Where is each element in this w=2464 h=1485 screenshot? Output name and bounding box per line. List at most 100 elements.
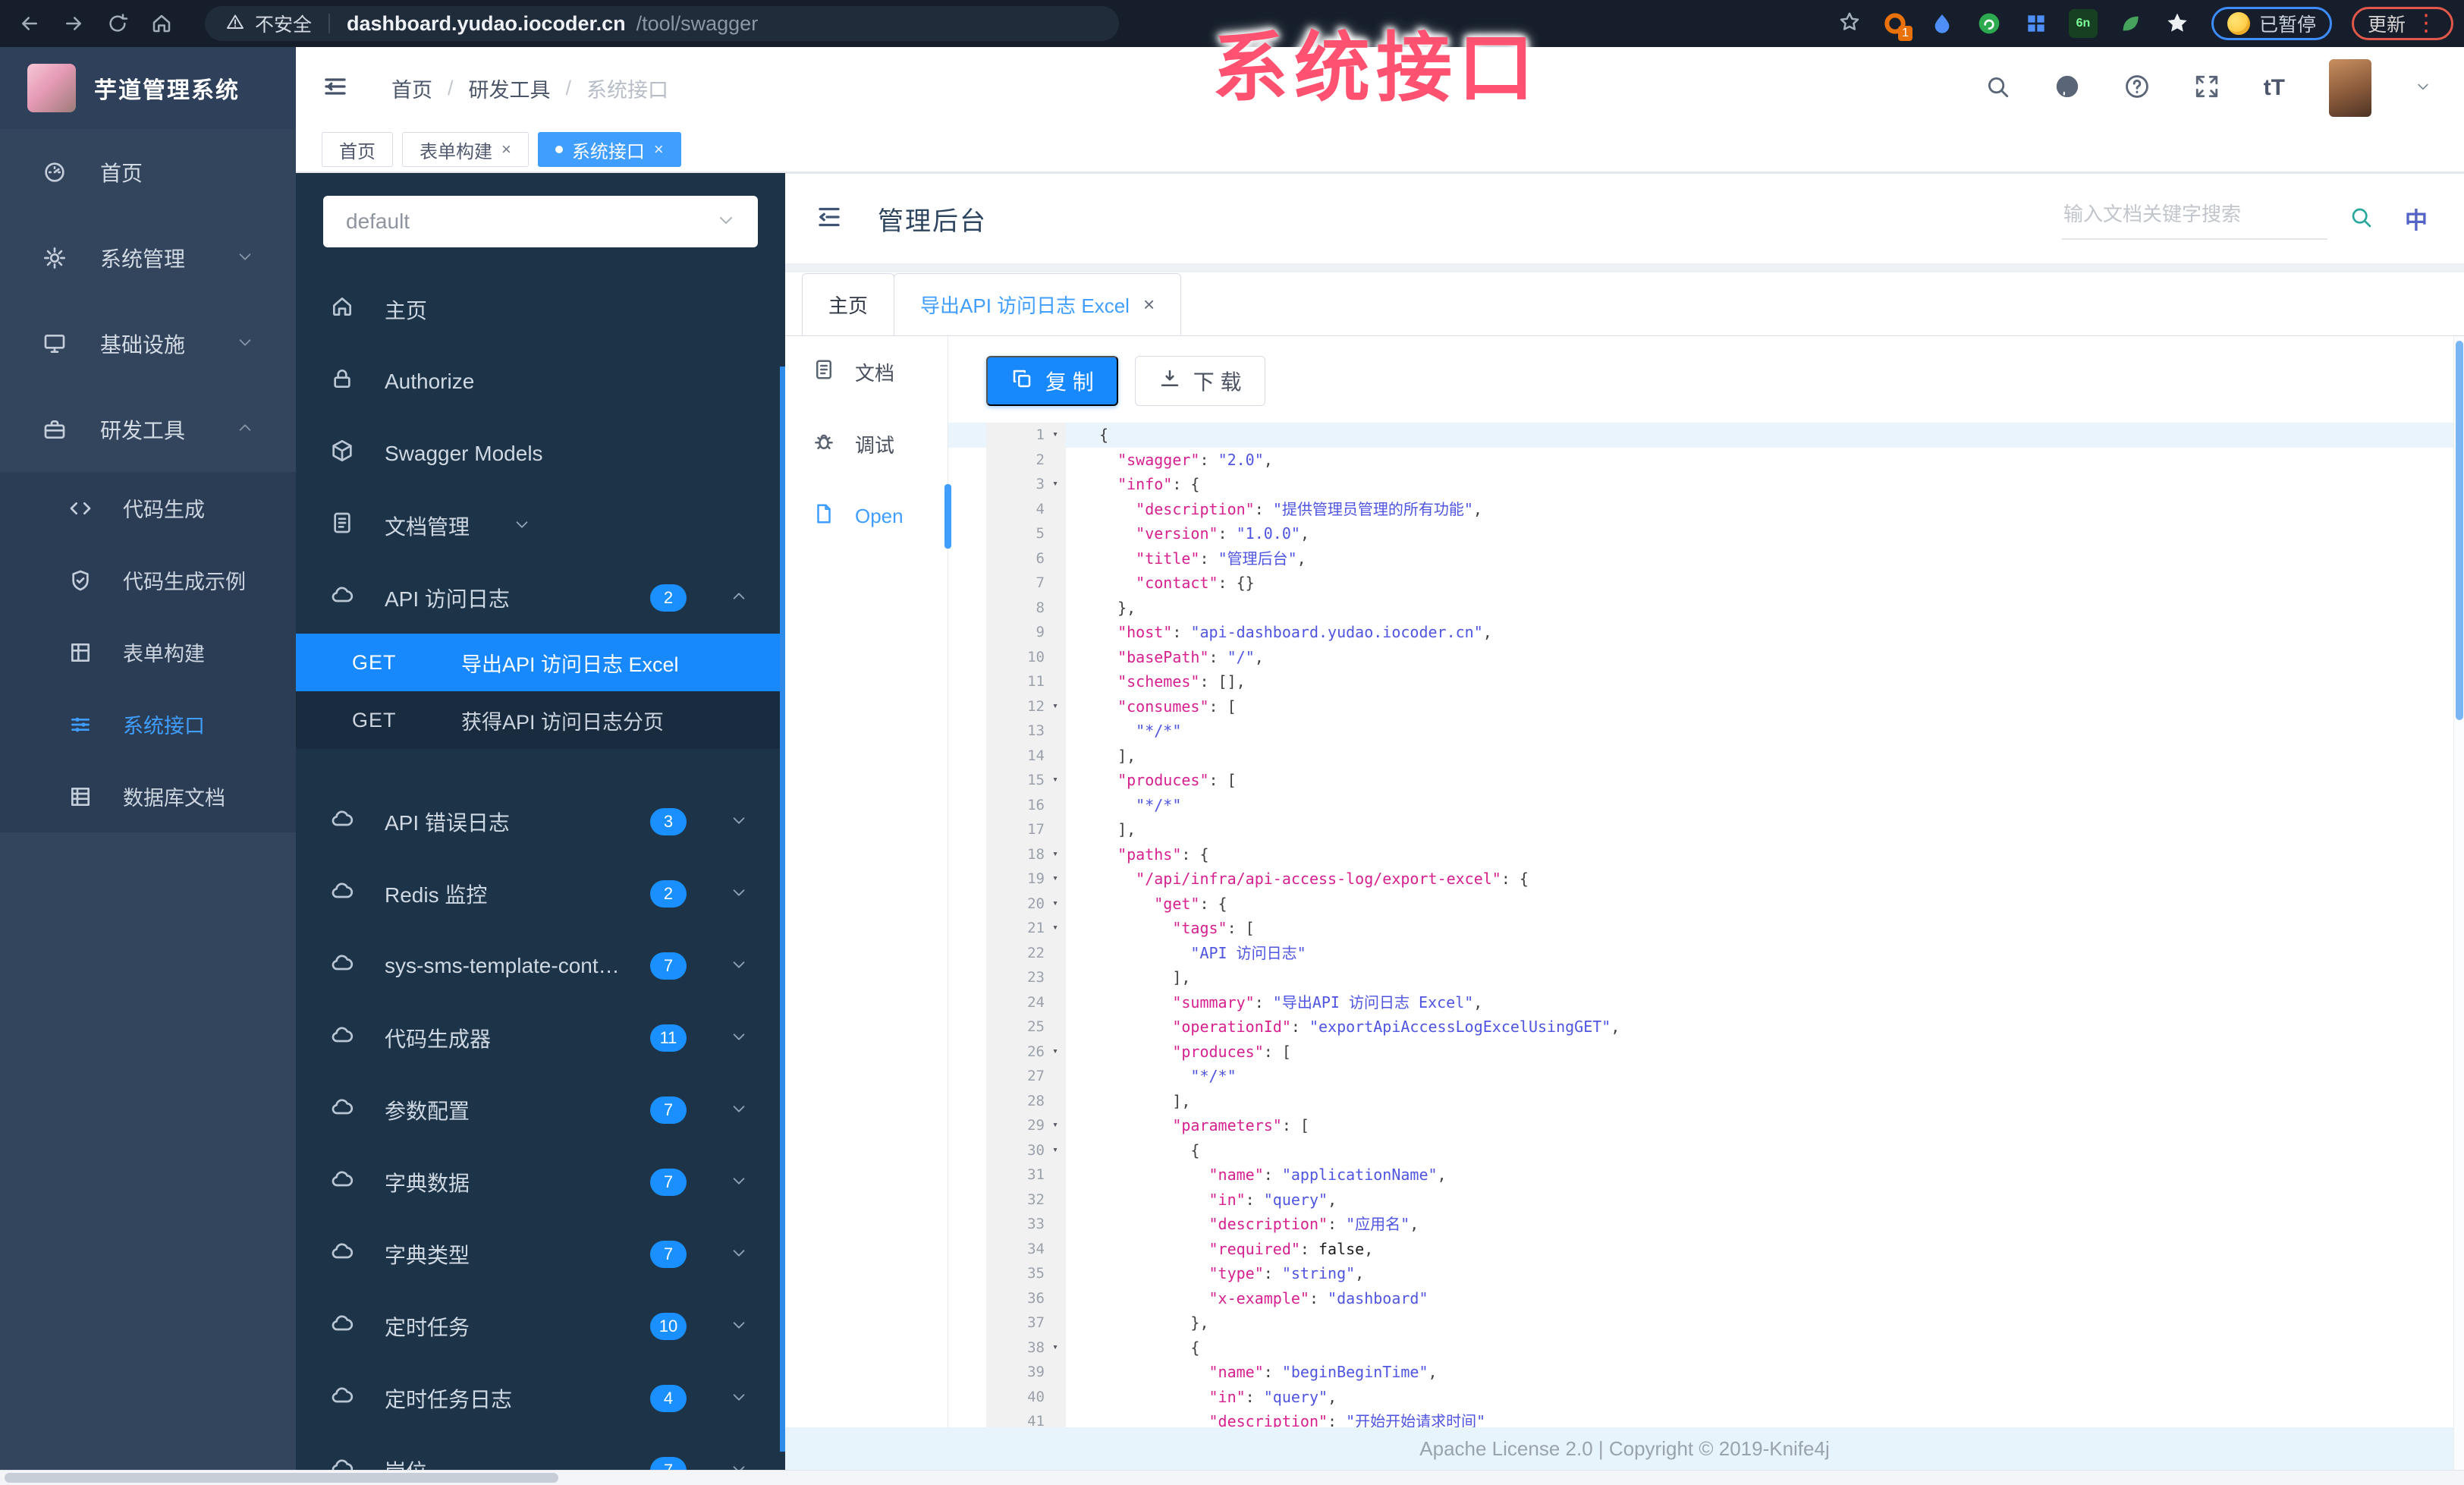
- extension-star-icon[interactable]: [2163, 9, 2192, 38]
- fold-icon[interactable]: ▾: [1045, 916, 1066, 941]
- api-nav-item-Authorize[interactable]: Authorize: [296, 345, 785, 417]
- api-group-select[interactable]: default: [323, 196, 758, 247]
- fold-icon[interactable]: ▾: [1045, 423, 1066, 448]
- chevron-down-icon[interactable]: [731, 1314, 747, 1339]
- chevron-down-icon[interactable]: [731, 1098, 747, 1122]
- doc-search-icon[interactable]: [2349, 205, 2373, 233]
- api-nav-item-API 错误日志[interactable]: API 错误日志 3: [296, 785, 785, 857]
- fold-icon[interactable]: ▾: [1045, 472, 1066, 497]
- api-operation-获得API 访问日志分页[interactable]: GET 获得API 访问日志分页: [296, 691, 785, 749]
- mini-nav-调试[interactable]: 调试: [785, 408, 948, 480]
- horizontal-scrollbar[interactable]: [0, 1470, 2464, 1485]
- sidebar-item-基础设施[interactable]: 基础设施: [0, 300, 296, 386]
- fold-icon[interactable]: ▾: [1045, 892, 1066, 917]
- sidebar-item-代码生成[interactable]: 代码生成: [0, 472, 296, 544]
- sidebar-item-数据库文档[interactable]: 数据库文档: [0, 760, 296, 832]
- close-icon[interactable]: ×: [1143, 293, 1155, 316]
- fold-icon[interactable]: ▾: [1045, 768, 1066, 793]
- fold-icon[interactable]: ▾: [1045, 1040, 1066, 1065]
- bookmark-star-icon[interactable]: [1838, 11, 1861, 37]
- fold-icon[interactable]: ▾: [1045, 842, 1066, 867]
- fold-icon[interactable]: ▾: [1045, 694, 1066, 719]
- api-nav-item-sys-sms-template-controller[interactable]: sys-sms-template-controller 7: [296, 930, 785, 1002]
- fold-icon[interactable]: ▾: [1045, 1113, 1066, 1138]
- sidebar-item-系统接口[interactable]: 系统接口: [0, 688, 296, 760]
- paused-badge[interactable]: 已暂停: [2211, 7, 2332, 40]
- api-nav-item-主页[interactable]: 主页: [296, 273, 785, 345]
- fold-icon[interactable]: ▾: [1045, 867, 1066, 892]
- mini-nav-文档[interactable]: 文档: [785, 336, 948, 408]
- chevron-down-icon[interactable]: [2415, 79, 2431, 98]
- extension-leaf-icon[interactable]: [2116, 9, 2145, 38]
- browser-home-icon[interactable]: [140, 6, 184, 41]
- api-nav-item-字典数据[interactable]: 字典数据 7: [296, 1146, 785, 1218]
- close-icon[interactable]: ×: [654, 140, 664, 159]
- chevron-down-icon[interactable]: [731, 1170, 747, 1194]
- doc-tab-导出API 访问日志 Excel[interactable]: 导出API 访问日志 Excel ×: [894, 273, 1182, 335]
- sidebar-item-代码生成示例[interactable]: 代码生成示例: [0, 544, 296, 616]
- language-toggle-icon[interactable]: 中: [2405, 202, 2428, 235]
- doc-search-input[interactable]: [2062, 197, 2327, 240]
- update-button[interactable]: 更新 ⋮: [2351, 7, 2453, 40]
- mini-nav-Open[interactable]: Open: [785, 480, 948, 552]
- search-icon[interactable]: [1985, 74, 2010, 103]
- main-scrollbar-thumb[interactable]: [2456, 341, 2463, 720]
- collapse-doc-nav-icon[interactable]: [816, 203, 843, 234]
- user-avatar[interactable]: [2329, 59, 2371, 117]
- api-nav-item-字典类型[interactable]: 字典类型 7: [296, 1218, 785, 1290]
- address-bar[interactable]: 不安全 dashboard.yudao.iocoder.cn /tool/swa…: [205, 6, 1119, 41]
- chevron-down-icon[interactable]: [731, 1458, 747, 1470]
- download-button[interactable]: 下 载: [1134, 356, 1265, 406]
- api-nav-item-文档管理[interactable]: 文档管理: [296, 489, 785, 562]
- chevron-down-icon[interactable]: [514, 514, 530, 538]
- api-nav-scrollbar[interactable]: [780, 367, 785, 1452]
- api-nav-item-API 访问日志[interactable]: API 访问日志 2: [296, 562, 785, 634]
- chevron-down-icon[interactable]: [731, 810, 747, 834]
- sidebar-item-系统管理[interactable]: 系统管理: [0, 215, 296, 300]
- page-tab-表单构建[interactable]: 表单构建 ×: [402, 132, 529, 167]
- copy-button[interactable]: 复 制: [986, 356, 1118, 406]
- api-nav-item-定时任务日志[interactable]: 定时任务日志 4: [296, 1362, 785, 1434]
- chevron-down-icon[interactable]: [731, 1026, 747, 1050]
- breadcrumb-item[interactable]: 研发工具: [469, 74, 551, 103]
- sidebar-item-研发工具[interactable]: 研发工具: [0, 386, 296, 472]
- font-size-icon[interactable]: tT: [2264, 75, 2285, 101]
- help-icon[interactable]: [2124, 74, 2150, 103]
- doc-tab-主页[interactable]: 主页: [802, 273, 895, 335]
- fold-icon[interactable]: ▾: [1045, 1336, 1066, 1361]
- horizontal-scrollbar-thumb[interactable]: [5, 1473, 558, 1483]
- extension-ring-icon[interactable]: 1: [1881, 9, 1912, 41]
- chevron-down-icon[interactable]: [731, 882, 747, 906]
- chevron-down-icon[interactable]: [731, 954, 747, 978]
- close-icon[interactable]: ×: [501, 140, 511, 159]
- extension-box-icon[interactable]: 6n: [2068, 9, 2098, 38]
- fold-icon[interactable]: ▾: [1045, 1138, 1066, 1163]
- breadcrumb-item[interactable]: 系统接口: [586, 74, 668, 103]
- fullscreen-icon[interactable]: [2194, 74, 2220, 103]
- sidebar-item-首页[interactable]: 首页: [0, 129, 296, 215]
- browser-menu-icon[interactable]: ⋮: [2415, 12, 2437, 35]
- code-editor[interactable]: 1 ▾{2 "swagger": "2.0", 3 ▾ "info": {4 "des…: [948, 423, 2464, 1434]
- main-scrollbar-track[interactable]: [2453, 336, 2464, 1470]
- api-nav-item-Swagger Models[interactable]: Swagger Models: [296, 417, 785, 489]
- page-tab-系统接口[interactable]: 系统接口 ×: [537, 132, 681, 167]
- api-nav-item-Redis 监控[interactable]: Redis 监控 2: [296, 857, 785, 930]
- browser-forward-icon[interactable]: [52, 6, 96, 41]
- browser-back-icon[interactable]: [8, 6, 52, 41]
- chevron-up-icon[interactable]: [731, 586, 747, 610]
- api-nav-item-岗位[interactable]: 岗位 7: [296, 1434, 785, 1470]
- github-icon[interactable]: [2054, 74, 2080, 103]
- api-operation-导出API 访问日志 Excel[interactable]: GET 导出API 访问日志 Excel: [296, 634, 785, 691]
- extension-drop-icon[interactable]: [1928, 9, 1956, 38]
- browser-reload-icon[interactable]: [96, 6, 140, 41]
- extension-grid-icon[interactable]: [2022, 9, 2051, 38]
- extension-swirl-icon[interactable]: [1975, 9, 2004, 38]
- api-nav-item-代码生成器[interactable]: 代码生成器 11: [296, 1002, 785, 1074]
- chevron-down-icon[interactable]: [731, 1242, 747, 1266]
- collapse-sidebar-icon[interactable]: [322, 73, 349, 104]
- breadcrumb-item[interactable]: 首页: [391, 74, 432, 103]
- api-nav-item-定时任务[interactable]: 定时任务 10: [296, 1290, 785, 1362]
- api-nav-item-参数配置[interactable]: 参数配置 7: [296, 1074, 785, 1146]
- chevron-down-icon[interactable]: [731, 1386, 747, 1411]
- page-tab-首页[interactable]: 首页: [322, 132, 393, 167]
